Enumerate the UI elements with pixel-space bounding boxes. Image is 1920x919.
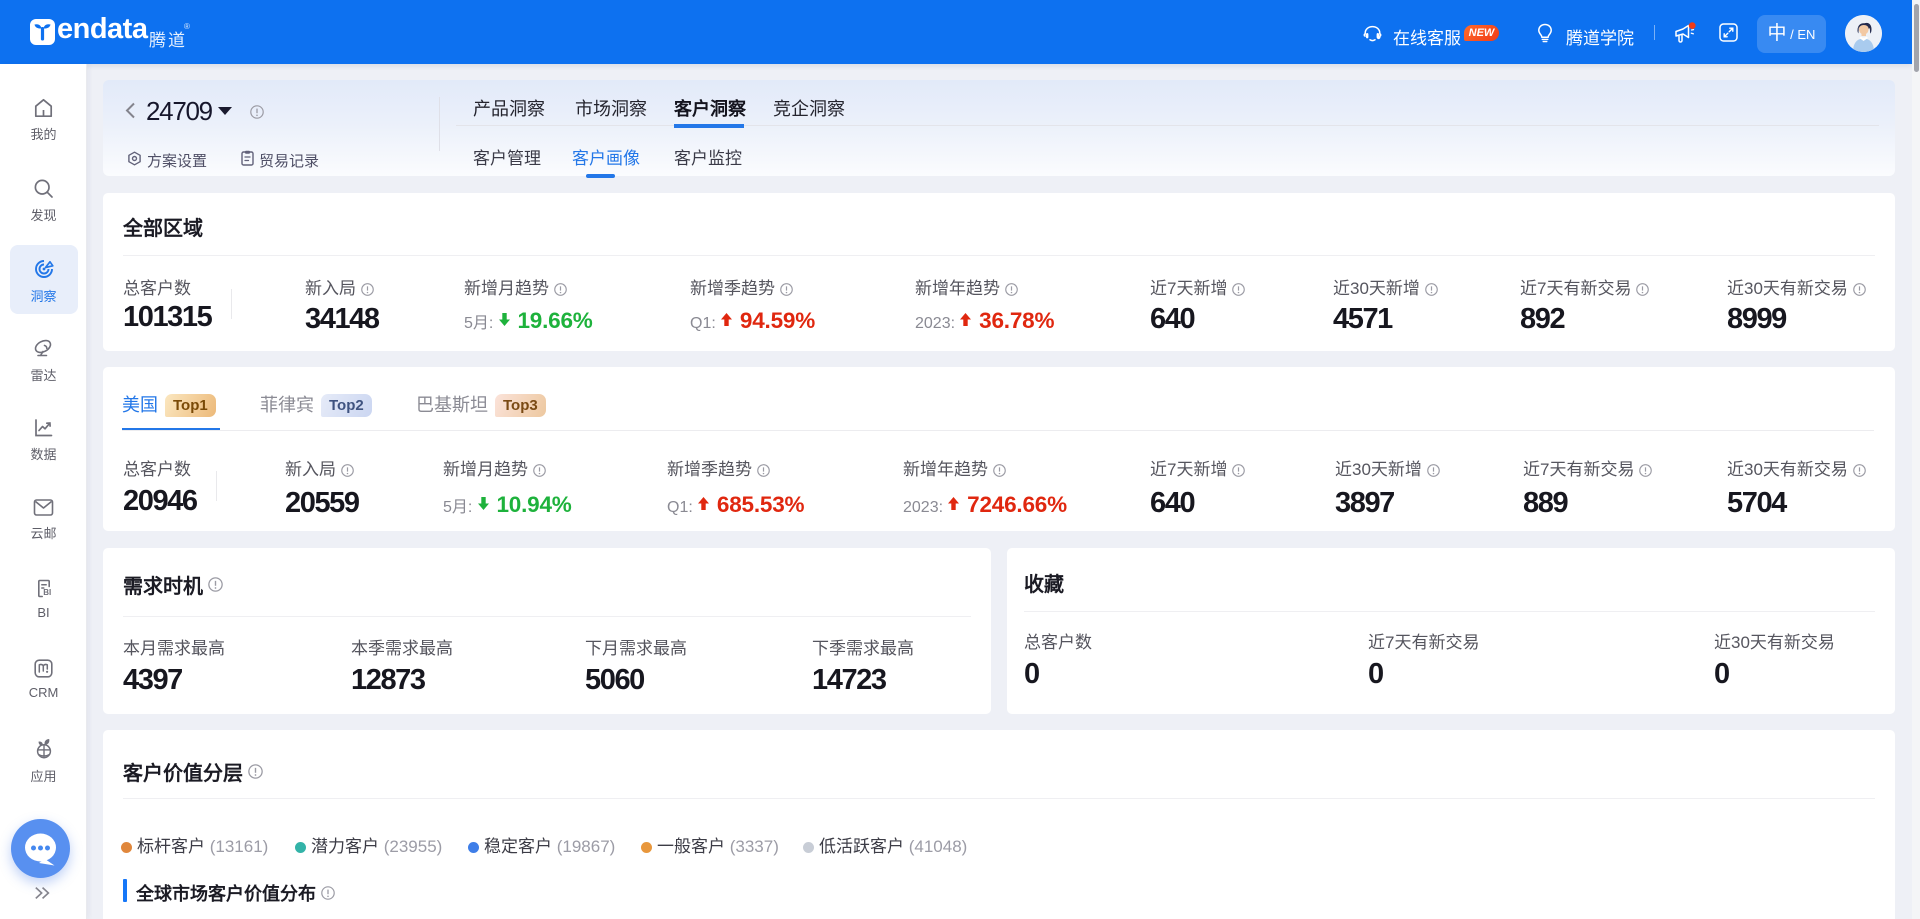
svg-text:BI: BI — [43, 588, 51, 597]
